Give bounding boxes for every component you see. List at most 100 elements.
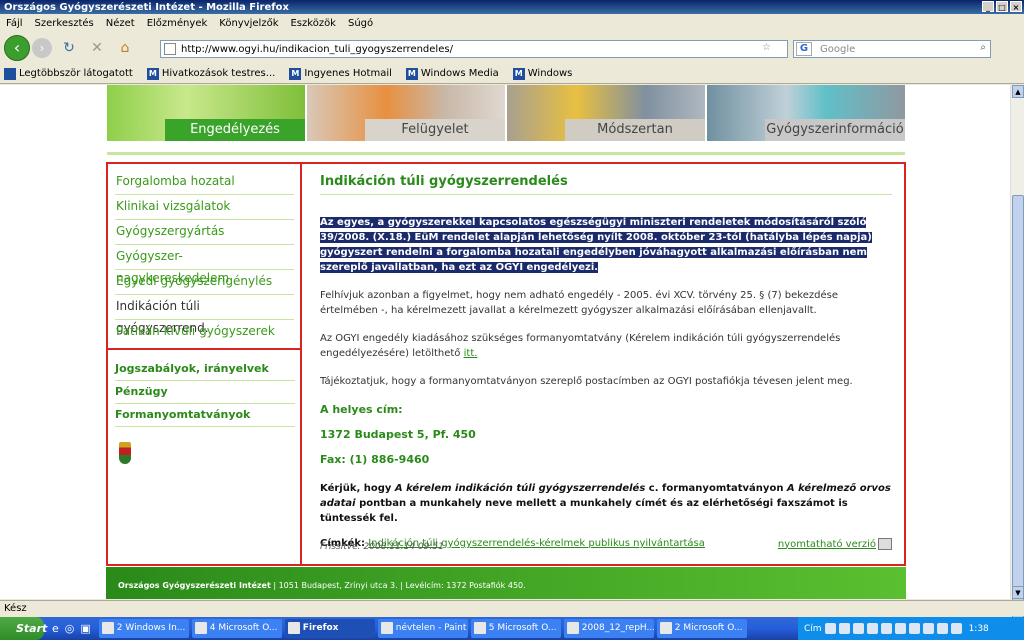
close-icon[interactable]: × — [1010, 1, 1022, 12]
request-form-name: A kérelem indikáción túli gyógyszerrende… — [394, 483, 646, 494]
menu-file[interactable]: Fájl — [6, 18, 23, 29]
tray-icon[interactable] — [894, 623, 906, 634]
sidebar-nav: Forgalomba hozatal Klinikai vizsgálatok … — [108, 164, 300, 345]
page-title: Indikáción túli gyógyszerrendelés — [320, 174, 892, 195]
sidebar-link-penzugy[interactable]: Pénzügy — [115, 381, 295, 404]
clock[interactable]: 1:38 — [969, 624, 989, 634]
taskbar-item-pdf[interactable]: 2008_12_repH... — [563, 619, 654, 638]
menu-help[interactable]: Súgó — [348, 18, 373, 29]
tray-icon[interactable] — [838, 623, 850, 634]
menu-view[interactable]: Nézet — [106, 18, 135, 29]
request-text: pontban a munkahely neve mellett a munka… — [320, 498, 848, 524]
paragraph-form: Az OGYI engedély kiadásához szükséges fo… — [320, 331, 892, 361]
reload-icon[interactable]: ↻ — [58, 40, 80, 56]
msn-icon: M — [512, 67, 525, 80]
search-icon[interactable]: ⌕ — [980, 42, 986, 53]
bookmark-links[interactable]: M Hivatkozások testres... — [146, 67, 275, 80]
page-favicon-icon — [164, 43, 176, 55]
back-button[interactable]: ‹ — [4, 35, 30, 61]
bookmark-hotmail[interactable]: M Ingyenes Hotmail — [289, 67, 392, 80]
taskbar-item-windows-in[interactable]: 2 Windows In... — [98, 619, 189, 638]
taskbar-item-paint[interactable]: névtelen - Paint — [377, 619, 468, 638]
sidebar-item-klinikai-vizsgalatok[interactable]: Klinikai vizsgálatok — [115, 195, 294, 220]
forward-button[interactable]: › — [32, 38, 52, 58]
print-label: nyomtatható verzió — [777, 538, 876, 550]
google-engine-icon[interactable]: G — [796, 42, 812, 56]
status-bar: Kész — [0, 600, 1024, 616]
url-bar[interactable]: http://www.ogyi.hu/indikacion_tuli_gyogy… — [160, 40, 788, 58]
sidebar-item-gyogyszergyartas[interactable]: Gyógyszergyártás — [115, 220, 294, 245]
tray-icon[interactable] — [950, 623, 962, 634]
bookmark-star-icon[interactable]: ☆ — [762, 42, 771, 53]
tray-icon[interactable] — [908, 623, 920, 634]
tray-icon[interactable] — [852, 623, 864, 634]
taskbar-item-microsoft-2[interactable]: 5 Microsoft O... — [470, 619, 561, 638]
menu-history[interactable]: Előzmények — [147, 18, 208, 29]
search-input[interactable]: G Google ⌕ — [793, 40, 991, 58]
scroll-down-icon[interactable]: ▼ — [1012, 586, 1024, 599]
fax-value: Fax: (1) 886-9460 — [320, 453, 430, 466]
status-text: Kész — [4, 603, 27, 614]
vertical-scrollbar[interactable]: ▲ ▼ — [1010, 85, 1024, 635]
paragraph-notice: Tájékoztatjuk, hogy a formanyomtatványon… — [320, 376, 853, 387]
menu-tools[interactable]: Eszközök — [290, 18, 336, 29]
tray-address-label: Cím — [804, 623, 822, 634]
bookmark-windows-media[interactable]: M Windows Media — [405, 67, 499, 80]
paragraph-warning: Felhívjuk azonban a figyelmet, hogy nem … — [320, 290, 838, 316]
start-button[interactable]: Start — [0, 617, 47, 640]
scroll-up-icon[interactable]: ▲ — [1012, 85, 1024, 98]
bookmark-most-visited[interactable]: Legtöbbször látogatott — [4, 67, 133, 80]
tab-label: Módszertan — [565, 119, 705, 141]
content-footer: Frissítve: 2008.11.14 09:51 nyomtatható … — [320, 538, 892, 552]
sidebar-sublist: Jogszabályok, irányelvek Pénzügy Formany… — [115, 358, 295, 427]
tray-icon[interactable] — [824, 623, 836, 634]
ie-icon[interactable]: e — [52, 622, 59, 635]
tray-icon[interactable] — [922, 623, 934, 634]
tab-modszertan[interactable]: Módszertan — [507, 85, 707, 141]
banner-divider — [107, 152, 905, 155]
window-title: Országos Gyógyszerészeti Intézet - Mozil… — [4, 1, 289, 13]
sidebar-divider — [108, 348, 302, 350]
sidebar-item-egyedi-igenyles[interactable]: Egyedi gyógyszerigénylés — [115, 270, 294, 295]
hungarian-crest-icon — [119, 442, 131, 464]
sidebar-item-forgalomba-hozatal[interactable]: Forgalomba hozatal — [115, 170, 294, 195]
quick-launch: e ◎ ▣ — [52, 622, 91, 635]
tab-gyogyszerinformacio[interactable]: Gyógyszerinformáció — [707, 85, 905, 141]
bookmark-windows[interactable]: M Windows — [512, 67, 573, 80]
footer-org: Országos Gyógyszerészeti Intézet — [118, 581, 271, 590]
site-footer: Országos Gyógyszerészeti Intézet | 1051 … — [106, 567, 906, 599]
tray-icon[interactable] — [936, 623, 948, 634]
tab-label: Felügyelet — [365, 119, 505, 141]
print-version-link[interactable]: nyomtatható verzió — [778, 538, 892, 550]
taskbar-item-firefox[interactable]: Firefox — [284, 619, 375, 638]
tray-icon[interactable] — [880, 623, 892, 634]
desktop-icon[interactable]: ▣ — [80, 622, 90, 635]
stop-icon[interactable]: ✕ — [86, 40, 108, 56]
menu-bar: Fájl Szerkesztés Nézet Előzmények Könyvj… — [0, 14, 1024, 32]
highlighted-paragraph: Az egyes, a gyógyszerekkel kapcsolatos e… — [320, 215, 892, 275]
outlook-icon[interactable]: ◎ — [65, 622, 75, 635]
sidebar-link-jogszabalyok[interactable]: Jogszabályok, irányelvek — [115, 358, 295, 381]
bookmark-folder-icon — [4, 67, 16, 80]
minimize-icon[interactable]: _ — [982, 1, 994, 12]
bookmark-label: Windows — [527, 68, 573, 79]
taskbar-item-microsoft-1[interactable]: 4 Microsoft O... — [191, 619, 282, 638]
sidebar-item-nagykereskedelem[interactable]: Gyógyszer-nagykereskedelem — [115, 245, 294, 285]
menu-edit[interactable]: Szerkesztés — [35, 18, 94, 29]
scroll-thumb[interactable] — [1012, 195, 1024, 635]
maximize-icon[interactable]: □ — [996, 1, 1008, 12]
download-link[interactable]: itt. — [464, 348, 478, 359]
msn-icon: M — [289, 67, 302, 80]
home-icon[interactable]: ⌂ — [114, 40, 136, 56]
sidebar-link-formanyomtatvanyok[interactable]: Formanyomtatványok — [115, 404, 295, 427]
bookmark-label: Legtöbbször látogatott — [19, 68, 133, 79]
tray-icon[interactable] — [866, 623, 878, 634]
sidebar-item-patikan-kivuli[interactable]: Patikán kívüli gyógyszerek — [115, 320, 294, 345]
tab-felugyelet[interactable]: Felügyelet — [307, 85, 507, 141]
taskbar-item-microsoft-3[interactable]: 2 Microsoft O... — [656, 619, 747, 638]
address-value: 1372 Budapest 5, Pf. 450 — [320, 428, 476, 441]
tab-engedelyezes[interactable]: Engedélyezés — [107, 85, 307, 141]
sidebar-item-indikacion-tuli[interactable]: Indikáción túli gyógyszerrend. — [115, 295, 294, 335]
menu-bookmarks[interactable]: Könyvjelzők — [219, 18, 278, 29]
system-tray: Cím 1:38 — [798, 617, 1024, 640]
